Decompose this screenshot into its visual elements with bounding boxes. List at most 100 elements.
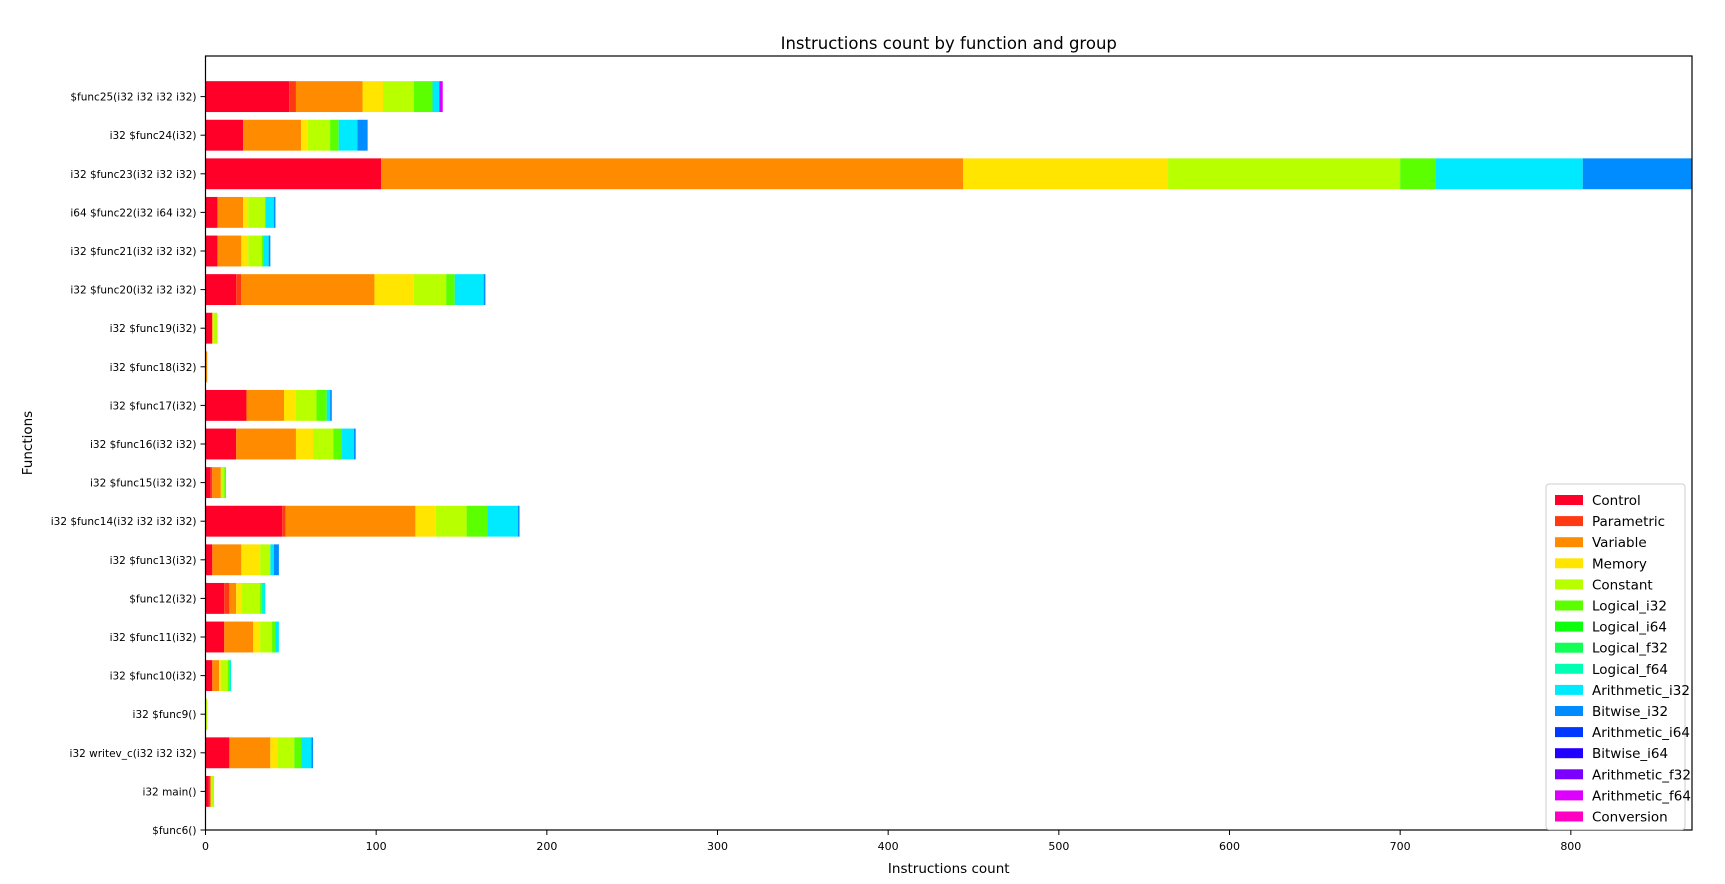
bar-segment-variable xyxy=(381,158,964,190)
y-ticks: $func6() i32 main() i32 writev_c(i32 i32 i… xyxy=(51,92,206,837)
x-tick-label: 400 xyxy=(878,840,899,853)
bar-segment-arithmetic-i32 xyxy=(301,737,312,769)
bar-segment-constant xyxy=(210,775,215,807)
legend-label: Bitwise_i64 xyxy=(1592,746,1668,762)
bar-segment-variable xyxy=(241,274,375,306)
x-ticks: 0 100 200 300 400 500 600 700 800 xyxy=(202,830,1581,853)
bar-segment-variable xyxy=(295,81,363,113)
legend-label: Logical_f64 xyxy=(1592,662,1668,678)
legend-swatch xyxy=(1555,748,1583,759)
bar-segment-control xyxy=(205,737,230,769)
legend-swatch xyxy=(1555,495,1583,505)
bar-segment-parametric xyxy=(224,582,230,614)
legend-label: Logical_i64 xyxy=(1592,620,1667,636)
y-tick-label: i32 $func15(i32 i32) xyxy=(90,478,197,490)
bar-segment-constant xyxy=(295,389,317,421)
y-tick-label: i32 $func20(i32 i32 i32) xyxy=(70,285,196,297)
bar-segment-bitwise-i32 xyxy=(273,196,276,228)
bar-segment-constant xyxy=(313,428,334,460)
x-tick-label: 100 xyxy=(366,840,387,853)
bar-segment-memory xyxy=(295,428,314,460)
legend: Control Parametric Variable Memory Constant L… xyxy=(1545,483,1691,831)
bar-segment-logical-i32 xyxy=(227,660,230,692)
bar-segment-constant xyxy=(220,660,228,692)
legend-label: Arithmetic_f32 xyxy=(1592,767,1691,783)
x-tick-label: 700 xyxy=(1390,840,1411,853)
y-tick-label: i32 $func17(i32) xyxy=(110,400,197,412)
bar-segment-memory xyxy=(253,621,261,653)
x-tick-label: 800 xyxy=(1560,840,1581,853)
y-tick-label: i32 $func19(i32) xyxy=(110,323,197,335)
bar-segment-bitwise-i32 xyxy=(357,119,368,151)
legend-swatch xyxy=(1555,811,1583,822)
bar-segment-logical-i32 xyxy=(261,235,264,267)
y-tick-label: $func25(i32 i32 i32 i32) xyxy=(70,92,196,104)
bar-segment-control xyxy=(205,274,237,306)
legend-swatch xyxy=(1555,600,1583,611)
legend-label: Arithmetic_i64 xyxy=(1592,725,1690,741)
bar-segment-arithmetic-i32 xyxy=(338,119,358,151)
chart-title: Instructions count by function and group xyxy=(781,34,1117,53)
bar-segment-memory xyxy=(301,119,308,151)
legend-swatch xyxy=(1555,706,1583,716)
y-tick-label: i32 main() xyxy=(142,786,196,798)
x-tick-label: 500 xyxy=(1048,840,1069,853)
bar-segment-arithmetic-i32 xyxy=(487,505,518,537)
legend-label: Arithmetic_i32 xyxy=(1592,683,1690,699)
bar-segment-arithmetic-i32 xyxy=(275,621,279,653)
bar-segment-arithmetic-i32 xyxy=(432,81,440,113)
legend-swatch xyxy=(1555,516,1583,527)
bar-segment-bitwise-i32 xyxy=(483,274,486,306)
legend-swatch xyxy=(1555,684,1583,695)
bar-segment-logical-i32 xyxy=(224,467,226,499)
legend-label: Arithmetic_f64 xyxy=(1592,788,1691,804)
y-tick-label: i32 $func10(i32) xyxy=(110,671,197,683)
bar-segment-logical-f64 xyxy=(261,582,264,614)
bar-segment-arithmetic-i32 xyxy=(265,196,274,228)
y-tick-label: $func6() xyxy=(152,825,196,837)
bar-segment-variable xyxy=(246,389,285,421)
legend-label: Memory xyxy=(1592,556,1647,572)
x-tick-label: 0 xyxy=(202,840,209,853)
bar-segment-parametric xyxy=(208,775,211,807)
legend-swatch xyxy=(1555,579,1583,590)
bar-segment-control xyxy=(205,312,213,344)
y-tick-label: i32 $func24(i32) xyxy=(110,130,197,142)
bar-segment-control xyxy=(205,196,218,228)
bar-segment-logical-i32 xyxy=(333,428,343,460)
bar-segment-constant xyxy=(260,544,271,576)
chart: Instructions count by function and group… xyxy=(20,34,1693,877)
bar-segment-variable xyxy=(212,544,242,576)
bar-segment-logical-i32 xyxy=(1400,158,1437,190)
bar-segment-memory xyxy=(219,660,221,692)
bar-segment-variable xyxy=(217,235,242,267)
bar-segment-arithmetic-f64 xyxy=(439,81,443,113)
bar-segment-constant xyxy=(277,737,295,769)
y-tick-label: i64 $func22(i32 i64 i32) xyxy=(70,207,196,219)
y-tick-label: i32 $func9() xyxy=(133,709,197,721)
bar-segment-constant xyxy=(214,312,218,344)
bar-segment-memory xyxy=(362,81,383,113)
y-tick-label: i32 $func18(i32) xyxy=(110,362,197,374)
legend-swatch xyxy=(1555,663,1583,674)
bar-segment-logical-i32 xyxy=(272,621,276,653)
bar-segment-constant xyxy=(248,235,262,267)
bar-segment-memory xyxy=(241,235,249,267)
bar-segment-bitwise-i32 xyxy=(517,505,520,537)
bar-segment-arithmetic-i32 xyxy=(454,274,484,306)
bar-segment-memory xyxy=(963,158,1169,190)
legend-label: Bitwise_i32 xyxy=(1592,704,1668,720)
bar-segment-logical-i32 xyxy=(446,274,455,306)
bar-segment-variable xyxy=(236,428,296,460)
bar-segment-variable xyxy=(229,737,271,769)
bar-segment-control xyxy=(205,389,247,421)
bar-segment-memory xyxy=(374,274,414,306)
bar-segment-bitwise-i32 xyxy=(268,235,271,267)
bar-segment-constant xyxy=(248,196,266,228)
bar-segment-memory xyxy=(270,737,278,769)
bar-segment-variable xyxy=(229,582,237,614)
bar-segment-constant xyxy=(413,274,447,306)
bar-segment-control xyxy=(205,660,213,692)
bar-segment-control xyxy=(205,428,237,460)
legend-label: Constant xyxy=(1592,577,1653,593)
